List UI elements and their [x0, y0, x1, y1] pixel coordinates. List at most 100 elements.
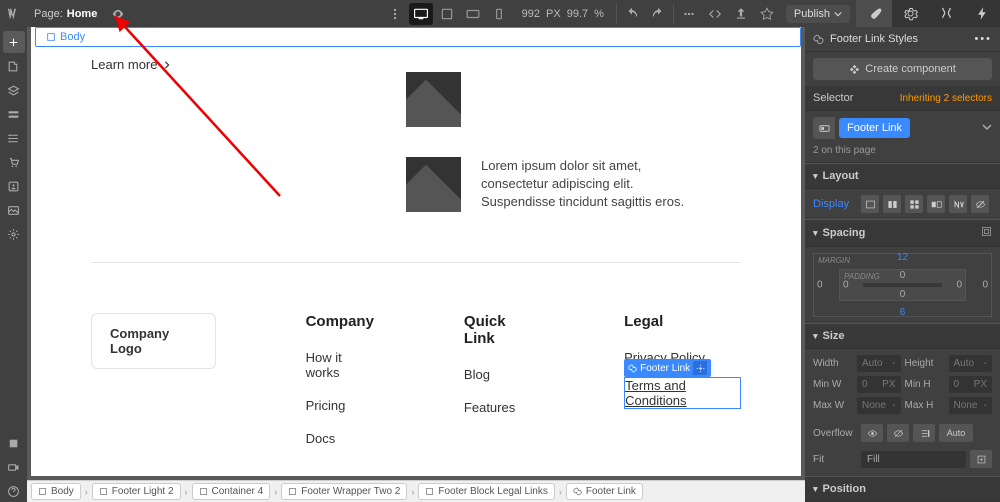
navigator-button[interactable] — [3, 79, 25, 101]
breadcrumb-item[interactable]: Body — [31, 483, 81, 500]
users-button[interactable] — [3, 175, 25, 197]
page-name: Home — [67, 8, 98, 20]
footer-column-quick: Quick Link Blog Features — [464, 313, 534, 464]
blog-item[interactable] — [406, 72, 701, 127]
selection-badge[interactable]: Footer Link — [624, 359, 711, 377]
overflow-visible-button[interactable] — [861, 424, 883, 442]
preview-icon[interactable] — [105, 0, 131, 27]
blog-thumbnail — [406, 157, 461, 212]
app-logo-icon[interactable] — [0, 0, 26, 27]
pages-button[interactable] — [3, 55, 25, 77]
footer-heading: Company — [306, 313, 374, 330]
company-logo[interactable]: Company Logo — [91, 313, 216, 369]
padding-left-value[interactable]: 0 — [843, 280, 849, 291]
comments-icon[interactable] — [676, 0, 702, 27]
ecommerce-button[interactable] — [3, 151, 25, 173]
overflow-scroll-button[interactable] — [913, 424, 935, 442]
padding-top-value[interactable]: 0 — [900, 270, 906, 281]
help-button[interactable] — [3, 480, 25, 502]
body-indicator[interactable]: Body — [35, 27, 801, 47]
device-tablet-button[interactable] — [435, 3, 459, 25]
display-block-button[interactable] — [861, 195, 879, 213]
selector-state-icon[interactable] — [813, 117, 835, 139]
style-tab[interactable] — [856, 0, 892, 27]
section-size-header[interactable]: Size — [805, 323, 1000, 349]
publish-button[interactable]: Publish — [786, 5, 850, 23]
selector-dropdown-icon[interactable] — [982, 122, 992, 135]
overflow-hidden-button[interactable] — [887, 424, 909, 442]
device-tablet-landscape-button[interactable] — [461, 3, 485, 25]
create-component-button[interactable]: Create component — [813, 58, 992, 80]
margin-right-value[interactable]: 0 — [982, 280, 988, 291]
breadcrumb-item[interactable]: Footer Wrapper Two 2 — [281, 483, 407, 500]
footer: Company Logo Company How it works Pricin… — [91, 262, 741, 464]
blog-item[interactable]: Lorem ipsum dolor sit amet, consectetur … — [406, 157, 701, 212]
footer-link[interactable]: Docs — [306, 431, 374, 446]
footer-link[interactable]: Features — [464, 400, 534, 415]
code-icon[interactable] — [702, 0, 728, 27]
footer-link[interactable]: Blog — [464, 367, 534, 382]
page-selector[interactable]: Page: Home — [26, 8, 105, 20]
maxh-input[interactable]: None- — [949, 397, 993, 414]
margin-top-value[interactable]: 12 — [897, 252, 908, 263]
spacing-expand-icon[interactable] — [981, 226, 992, 240]
breadcrumb-item[interactable]: Footer Block Legal Links — [418, 483, 555, 500]
video-button[interactable] — [3, 456, 25, 478]
undo-icon[interactable] — [619, 0, 645, 27]
display-none-button[interactable] — [971, 195, 989, 213]
spacing-editor[interactable]: 12 6 0 0 0 0 0 0 — [813, 253, 992, 317]
minh-input[interactable]: 0PX — [949, 376, 993, 393]
section-layout-header[interactable]: Layout — [805, 163, 1000, 189]
panel-menu-icon[interactable]: ••• — [974, 33, 992, 45]
settings-tab[interactable] — [892, 0, 928, 27]
interactions-tab[interactable] — [964, 0, 1000, 27]
settings-button[interactable] — [3, 223, 25, 245]
overflow-auto-button[interactable]: Auto — [939, 424, 973, 442]
padding-right-value[interactable]: 0 — [956, 280, 962, 291]
audit-button[interactable] — [3, 432, 25, 454]
breadcrumb-item[interactable]: Footer Link — [566, 483, 643, 500]
margin-left-value[interactable]: 0 — [817, 280, 823, 291]
display-flex-button[interactable] — [883, 195, 901, 213]
minw-input[interactable]: 0PX — [857, 376, 901, 393]
breadcrumb-item[interactable]: Footer Light 2 — [92, 483, 181, 500]
device-group — [408, 3, 512, 25]
audit-icon[interactable] — [754, 0, 780, 27]
add-element-button[interactable] — [3, 31, 25, 53]
assets-button[interactable] — [3, 199, 25, 221]
breadcrumb-item[interactable]: Container 4 — [192, 483, 271, 500]
maxw-input[interactable]: None- — [857, 397, 901, 414]
redo-icon[interactable] — [645, 0, 671, 27]
width-input[interactable]: Auto- — [857, 355, 901, 372]
learn-more-link[interactable]: Learn more — [31, 47, 801, 72]
display-inline-block-button[interactable] — [927, 195, 945, 213]
cms-button[interactable] — [3, 127, 25, 149]
display-grid-button[interactable] — [905, 195, 923, 213]
menu-icon[interactable] — [382, 0, 408, 27]
inheriting-label[interactable]: Inheriting 2 selectors — [900, 93, 992, 104]
blog-thumbnail — [406, 72, 461, 127]
footer-link-selected[interactable]: Terms and Conditions — [624, 377, 741, 409]
device-desktop-button[interactable] — [409, 3, 433, 25]
selector-count[interactable]: 2 on this page — [805, 145, 1000, 163]
export-icon[interactable] — [728, 0, 754, 27]
device-mobile-button[interactable] — [487, 3, 511, 25]
section-spacing-header[interactable]: Spacing — [805, 219, 1000, 247]
components-button[interactable] — [3, 103, 25, 125]
margin-bottom-value[interactable]: 6 — [900, 307, 906, 318]
fit-select[interactable]: Fill — [861, 451, 966, 468]
footer-link[interactable]: How it works — [306, 350, 374, 380]
canvas-dimensions[interactable]: 992 PX 99.7 % — [512, 8, 614, 20]
selection-settings-icon[interactable] — [693, 361, 707, 375]
height-input[interactable]: Auto- — [949, 355, 993, 372]
style-manager-tab[interactable] — [928, 0, 964, 27]
padding-bottom-value[interactable]: 0 — [900, 289, 906, 300]
right-panel-tabs — [856, 0, 1000, 27]
fit-position-button[interactable] — [970, 450, 992, 468]
footer-link[interactable]: Pricing — [306, 398, 374, 413]
selector-input[interactable]: Footer Link — [813, 117, 992, 139]
section-position-header[interactable]: Position — [805, 476, 1000, 502]
display-inline-button[interactable] — [949, 195, 967, 213]
design-canvas[interactable]: Learn more Lorem ipsum dolor sit amet, c… — [31, 47, 801, 476]
selector-tag[interactable]: Footer Link — [839, 118, 910, 138]
